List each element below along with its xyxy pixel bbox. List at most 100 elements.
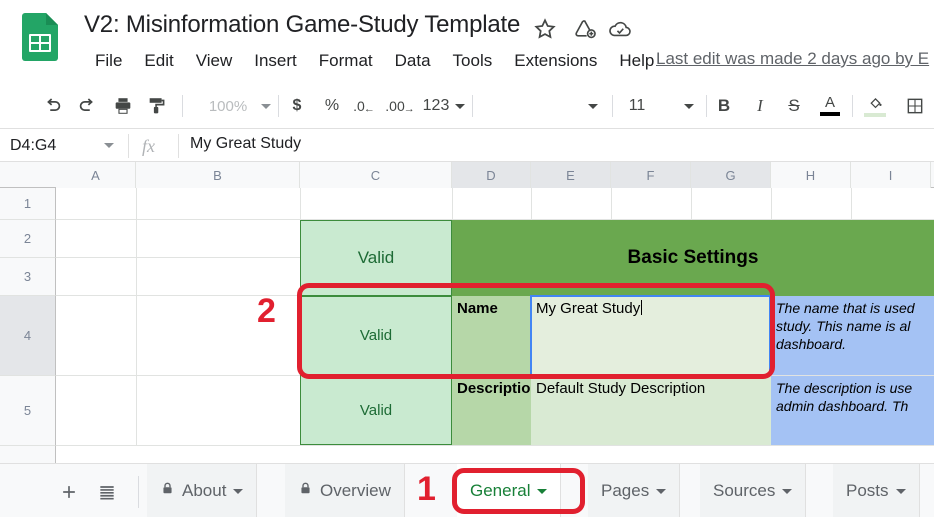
page-title[interactable]: V2: Misinformation Game-Study Template: [84, 11, 520, 39]
field-label-text: Description: [457, 380, 531, 397]
lock-icon: [160, 480, 175, 502]
menu-file[interactable]: File: [84, 49, 133, 73]
font-size-input[interactable]: 11: [622, 92, 652, 120]
column-header-b[interactable]: B: [136, 162, 300, 188]
row-header-4[interactable]: 4: [0, 296, 56, 376]
menu-extensions[interactable]: Extensions: [503, 49, 608, 73]
formula-input[interactable]: My Great Study: [190, 135, 301, 153]
list-icon[interactable]: [90, 477, 124, 507]
paint-format-icon[interactable]: [142, 92, 172, 120]
sheet-tab-label: Posts: [846, 481, 889, 500]
sheet-tab-label: About: [182, 481, 227, 500]
active-cell-text: My Great Study: [536, 300, 643, 317]
menu-format[interactable]: Format: [308, 49, 384, 73]
redo-icon[interactable]: [72, 92, 102, 120]
star-icon[interactable]: [531, 15, 559, 43]
field-value-text: Default Study Description: [536, 380, 706, 397]
row-header-5[interactable]: 5: [0, 376, 56, 446]
bold-button[interactable]: B: [711, 92, 737, 120]
cell-e5-description-value[interactable]: Default Study Description: [531, 376, 771, 445]
column-header-a[interactable]: A: [56, 162, 136, 188]
cell-border: [300, 375, 452, 445]
column-header-e[interactable]: E: [531, 162, 611, 188]
column-header-g[interactable]: G: [691, 162, 771, 188]
sheet-tab-label: Sources: [713, 481, 776, 500]
chevron-down-icon[interactable]: [656, 488, 667, 494]
chevron-down-icon[interactable]: [895, 488, 906, 494]
row-header-6[interactable]: [0, 446, 56, 463]
column-header-row: A B C D E F G H I: [0, 162, 934, 188]
column-header-h[interactable]: H: [771, 162, 851, 188]
cell-d4-name-label[interactable]: Name: [452, 296, 531, 375]
annotation-number-1: 1: [417, 470, 436, 508]
more-formats-caret-icon[interactable]: [452, 92, 468, 120]
sheet-tab-label: Overview: [320, 481, 391, 500]
move-to-drive-icon[interactable]: [571, 15, 599, 43]
column-header-i[interactable]: I: [851, 162, 931, 188]
column-header-f[interactable]: F: [611, 162, 691, 188]
name-box-caret-icon[interactable]: [104, 143, 114, 148]
chevron-down-icon[interactable]: [233, 488, 244, 494]
cell-h4-name-description[interactable]: The name that is used study. This name is…: [771, 296, 934, 375]
currency-format-button[interactable]: $: [285, 92, 309, 120]
zoom-dropdown-caret-icon[interactable]: [258, 92, 274, 120]
formula-bar: D4:G4 fx My Great Study: [0, 128, 934, 162]
cell-d2-section-header[interactable]: Basic Settings: [452, 220, 934, 296]
title-bar: V2: Misinformation Game-Study Template F…: [0, 0, 934, 82]
sheet-tab-general[interactable]: General: [457, 464, 562, 517]
cell-border: [300, 220, 452, 296]
borders-icon[interactable]: [900, 92, 930, 120]
sheet-tab-bar: About Overview General Pages Sources Pos…: [0, 463, 934, 517]
font-size-caret-icon[interactable]: [680, 92, 698, 120]
plus-icon[interactable]: [52, 477, 86, 507]
zoom-level-display[interactable]: 100%: [198, 92, 258, 120]
increase-decimal-button[interactable]: .00 →: [384, 92, 416, 120]
menu-bar: File Edit View Insert Format Data Tools …: [84, 46, 665, 76]
italic-button[interactable]: I: [747, 92, 773, 120]
cell-border: [300, 296, 452, 375]
fill-color-icon[interactable]: [860, 92, 890, 120]
google-sheets-window: V2: Misinformation Game-Study Template F…: [0, 0, 934, 517]
column-header-d[interactable]: D: [452, 162, 531, 188]
undo-icon[interactable]: [38, 92, 68, 120]
toolbar: 100% $ % .0 ← .00 → 123 11 B I S A: [0, 82, 934, 128]
field-description-text: The description is use admin dashboard. T…: [776, 380, 913, 414]
menu-tools[interactable]: Tools: [442, 49, 504, 73]
sheets-logo-icon: [22, 13, 58, 61]
menu-insert[interactable]: Insert: [243, 49, 308, 73]
menu-view[interactable]: View: [185, 49, 244, 73]
active-cell-editor[interactable]: My Great Study: [530, 295, 771, 376]
column-header-c[interactable]: C: [300, 162, 452, 188]
chevron-down-icon[interactable]: [782, 488, 793, 494]
cloud-saved-icon[interactable]: [606, 15, 634, 43]
fx-icon: fx: [142, 136, 155, 156]
annotation-number-2: 2: [257, 292, 276, 330]
row-header-3[interactable]: 3: [0, 258, 56, 296]
name-box[interactable]: D4:G4: [0, 129, 128, 162]
sheet-tab-pages[interactable]: Pages: [588, 464, 681, 517]
font-dropdown-caret-icon[interactable]: [584, 92, 602, 120]
row-header-2[interactable]: 2: [0, 220, 56, 258]
spreadsheet-grid: A B C D E F G H I 1 2 3 4 5 Valid Basic …: [0, 162, 934, 463]
sheet-tab-label: General: [470, 481, 531, 500]
percent-format-button[interactable]: %: [320, 92, 344, 120]
sheet-tab-posts[interactable]: Posts: [833, 464, 920, 517]
sheet-tab-about[interactable]: About: [147, 464, 258, 517]
sheet-tab-label: Pages: [601, 481, 650, 500]
cell-d5-description-label[interactable]: Description: [452, 376, 531, 445]
last-edit-status[interactable]: Last edit was made 2 days ago by E: [656, 49, 929, 69]
chevron-down-icon[interactable]: [537, 488, 548, 494]
print-icon[interactable]: [108, 92, 138, 120]
field-description-text: The name that is used study. This name is…: [776, 300, 915, 352]
text-color-button[interactable]: A: [815, 92, 845, 120]
sheet-tab-sources[interactable]: Sources: [700, 464, 807, 517]
menu-data[interactable]: Data: [384, 49, 442, 73]
menu-edit[interactable]: Edit: [133, 49, 184, 73]
strikethrough-button[interactable]: S: [781, 92, 807, 120]
row-header-1[interactable]: 1: [0, 188, 56, 220]
decrease-decimal-button[interactable]: .0 ←: [350, 92, 378, 120]
field-label-text: Name: [457, 300, 498, 317]
more-formats-button[interactable]: 123: [420, 92, 452, 120]
sheet-tab-overview[interactable]: Overview: [285, 464, 405, 517]
cell-h5-description-description[interactable]: The description is use admin dashboard. T…: [771, 376, 934, 445]
